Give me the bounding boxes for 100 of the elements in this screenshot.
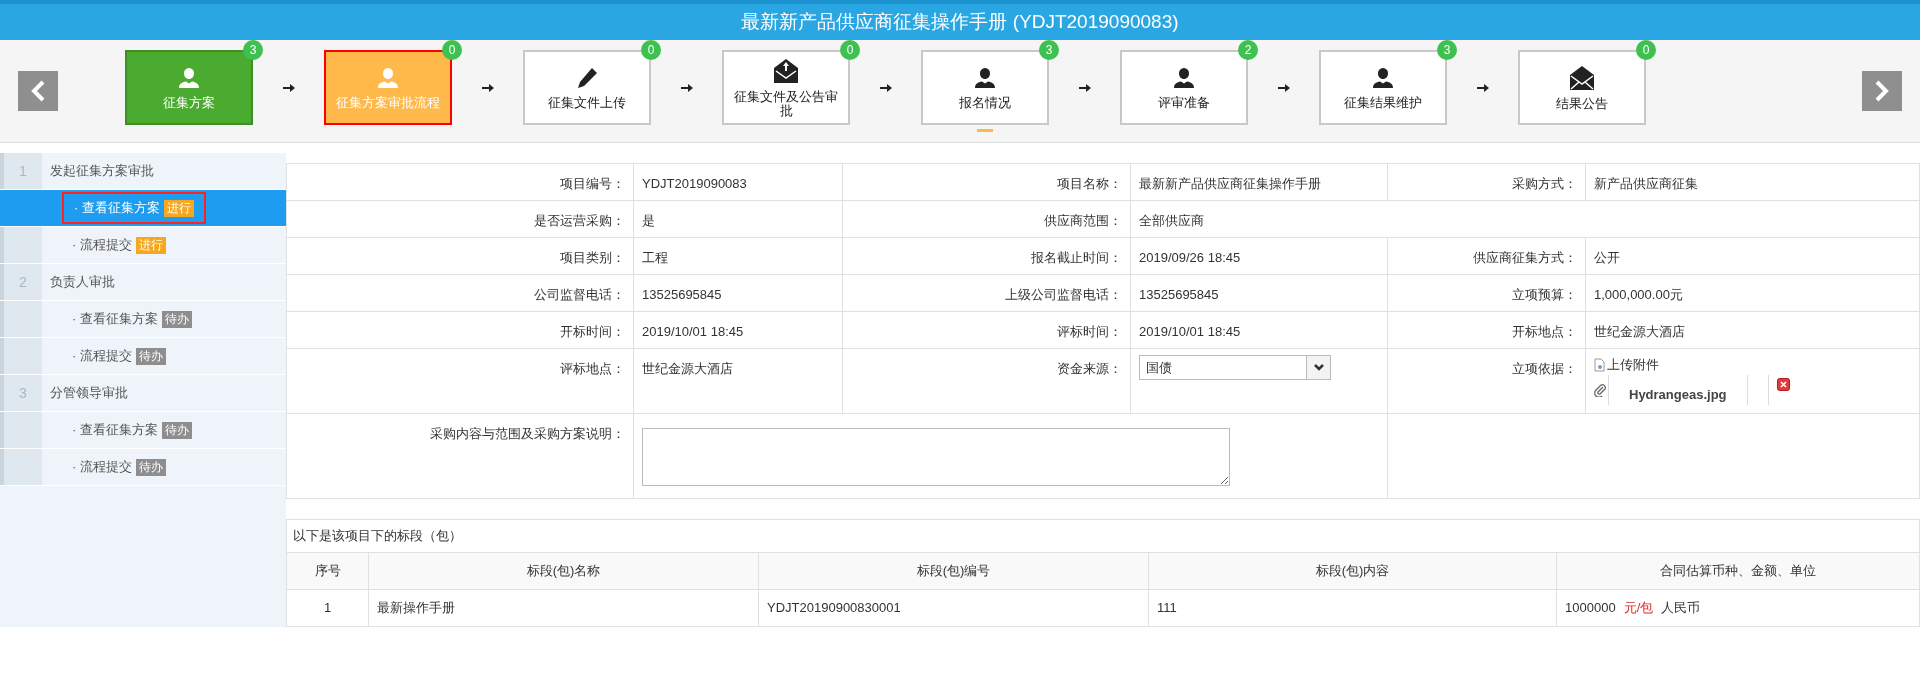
pencil-icon	[575, 65, 599, 90]
field-value: 新产品供应商征集	[1594, 176, 1698, 191]
field-value: 全部供应商	[1139, 213, 1204, 228]
count-badge: 2	[1238, 40, 1258, 60]
unit-value: 元/包	[1623, 599, 1654, 615]
field-value: 最新新产品供应商征集操作手册	[1139, 176, 1321, 191]
rail-cell	[0, 449, 42, 485]
field-label: 立项预算：	[1512, 287, 1577, 302]
status-badge: 待办	[161, 310, 192, 328]
field-label: 开标时间：	[560, 324, 625, 339]
column-header: 合同估算币种、金额、单位	[1660, 562, 1816, 578]
arrow-right-icon	[481, 82, 494, 93]
status-badge: 进行	[163, 199, 194, 217]
count-badge: 0	[641, 40, 661, 60]
field-value: 2019/10/01 18:45	[1139, 324, 1241, 339]
chevron-down-icon	[1313, 364, 1324, 371]
chevron-left-icon	[30, 80, 46, 102]
delete-icon[interactable]	[1776, 378, 1790, 391]
field-label: 采购内容与范围及采购方案说明：	[430, 426, 625, 441]
item-label: · 查看征集方案	[72, 421, 158, 440]
field-value: 13525695845	[1139, 287, 1219, 302]
sidebar-item[interactable]: · 查看征集方案 待办	[0, 301, 286, 338]
item-label: · 流程提交	[72, 458, 132, 477]
arrow-right-icon	[1476, 82, 1489, 93]
field-value: 1,000,000.00元	[1594, 287, 1683, 302]
count-badge: 0	[1636, 40, 1656, 60]
field-label: 评标地点：	[560, 361, 625, 376]
status-badge: 待办	[161, 421, 192, 439]
status-badge: 待办	[135, 347, 166, 365]
field-label: 立项依据：	[1512, 361, 1577, 376]
arrow-right-icon	[879, 82, 892, 93]
table-cell: 111	[1157, 599, 1177, 615]
count-badge: 0	[442, 40, 462, 60]
table-cell: 1	[323, 599, 332, 615]
description-textarea[interactable]	[642, 428, 1230, 486]
field-label: 公司监督电话：	[534, 287, 625, 302]
field-value: 13525695845	[642, 287, 722, 302]
amount-value: 1000000	[1565, 599, 1616, 615]
field-label: 资金来源：	[1057, 361, 1122, 376]
status-badge: 进行	[135, 236, 166, 254]
chevron-right-icon	[1874, 80, 1890, 102]
field-label: 供应商范围：	[1044, 213, 1122, 228]
field-label: 开标地点：	[1512, 324, 1577, 339]
field-label: 评标时间：	[1057, 324, 1122, 339]
document-icon	[1594, 357, 1605, 372]
file-name: Hydrangeas.jpg	[1609, 374, 1748, 405]
field-value: 2019/10/01 18:45	[642, 324, 744, 339]
item-label: · 流程提交	[72, 347, 132, 366]
item-label: · 查看征集方案	[74, 199, 160, 218]
user-icon	[376, 65, 400, 90]
funding-select[interactable]: 国债	[1139, 355, 1331, 380]
status-badge: 待办	[135, 458, 166, 476]
field-label: 上级公司监督电话：	[1005, 287, 1122, 302]
field-label: 报名截止时间：	[1031, 250, 1122, 265]
item-label: · 流程提交	[72, 236, 132, 255]
sidebar-item[interactable]: · 流程提交 待办	[0, 338, 286, 375]
user-icon	[1172, 65, 1196, 90]
lots-caption: 以下是该项目下的标段（包）	[293, 527, 462, 543]
count-badge: 0	[840, 40, 860, 60]
item-label: · 查看征集方案	[72, 310, 158, 329]
field-label: 项目编号：	[560, 176, 625, 191]
count-badge: 3	[1437, 40, 1457, 60]
arrow-right-icon	[282, 82, 295, 93]
table-cell: 最新操作手册	[377, 599, 455, 615]
upload-link[interactable]: 上传附件	[1594, 355, 1919, 375]
field-label: 项目名称：	[1057, 176, 1122, 191]
column-header: 标段(包)编号	[916, 562, 991, 578]
column-header: 序号	[314, 562, 341, 578]
arrow-right-icon	[1277, 82, 1290, 93]
user-icon	[177, 65, 201, 90]
column-header: 标段(包)名称	[526, 562, 601, 578]
field-value: 是	[642, 213, 655, 228]
count-badge: 3	[1039, 40, 1059, 60]
group-title: 负责人审批	[50, 273, 115, 292]
user-icon	[973, 65, 997, 90]
column-header: 标段(包)内容	[1315, 562, 1390, 578]
page-title: 最新新产品供应商征集操作手册 (YDJT2019090083)	[741, 9, 1179, 34]
paperclip-icon	[1594, 382, 1606, 397]
arrow-right-icon	[1078, 82, 1091, 93]
field-label: 项目类别：	[560, 250, 625, 265]
table-cell: YDJT20190900830001	[767, 599, 901, 615]
sidebar-item[interactable]: · 流程提交 进行	[0, 227, 286, 264]
arrow-right-icon	[680, 82, 693, 93]
currency-value: 人民币	[1661, 599, 1701, 615]
sidebar-item[interactable]: · 流程提交 待办	[0, 449, 286, 486]
field-value: 工程	[642, 250, 668, 265]
field-value: 2019/09/26 18:45	[1139, 250, 1241, 265]
field-value: 公开	[1594, 250, 1620, 265]
previous-button[interactable]	[18, 71, 58, 111]
field-value: 世纪金源大酒店	[642, 361, 733, 376]
field-label: 供应商征集方式：	[1473, 250, 1577, 265]
field-value: YDJT2019090083	[642, 176, 747, 191]
user-icon	[1371, 65, 1395, 90]
next-button[interactable]	[1862, 71, 1902, 111]
group-title: 分管领导审批	[50, 384, 128, 403]
field-label: 采购方式：	[1512, 176, 1577, 191]
field-value: 世纪金源大酒店	[1594, 324, 1685, 339]
envelope-upload-icon	[773, 57, 799, 84]
sidebar-item[interactable]: · 查看征集方案 待办	[0, 412, 286, 449]
group-title: 发起征集方案审批	[50, 162, 154, 181]
